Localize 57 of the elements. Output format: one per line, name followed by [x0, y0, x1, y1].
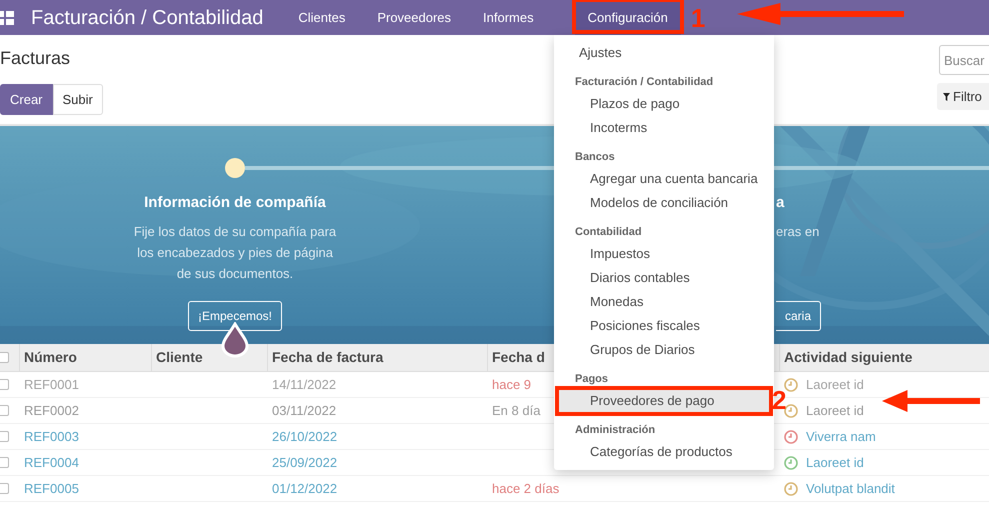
checkbox[interactable] [0, 483, 9, 494]
checkbox[interactable] [0, 352, 9, 363]
invoice-number: REF0003 [24, 428, 79, 446]
step-description: eras en [776, 222, 820, 240]
checkbox[interactable] [0, 405, 9, 416]
clock-icon[interactable] [784, 430, 798, 444]
filter-button[interactable]: Filtro [937, 83, 989, 110]
invoice-date: 01/12/2022 [272, 480, 338, 498]
invoice-number: REF0002 [24, 402, 79, 420]
invoice-number: REF0005 [24, 480, 79, 498]
step-description: Fije los datos de su compañía para los encabezados y pies de página de sus documentos. [134, 222, 336, 282]
menu-section-header: Facturación / Contabilidad [574, 74, 714, 90]
apps-icon[interactable] [0, 10, 14, 24]
step-title: a [776, 193, 784, 213]
checkbox[interactable] [0, 457, 9, 468]
invoice-date: 26/10/2022 [272, 428, 338, 446]
activity-text: Laoreet id [806, 376, 864, 394]
annotation-number: 1 [690, 2, 706, 34]
activity-text: Laoreet id [806, 454, 864, 472]
invoice-number: REF0004 [24, 454, 79, 472]
clock-icon[interactable] [784, 482, 798, 496]
search-field[interactable]: Buscar [939, 45, 989, 75]
due-date: hace 2 días [492, 480, 560, 498]
nav-item[interactable]: Clientes [285, 0, 358, 35]
due-date: En 8 día [492, 402, 540, 420]
step-marker-icon [221, 322, 249, 358]
invoice-date: 03/11/2022 [272, 402, 336, 420]
column-header[interactable]: Fecha de factura [268, 344, 488, 371]
invoice-date: 14/11/2022 [272, 376, 336, 394]
create-button[interactable]: Crear [0, 84, 53, 115]
nav-item[interactable]: Informes [470, 0, 547, 35]
column-header[interactable]: Actividad siguiente [780, 344, 989, 371]
clock-icon[interactable] [784, 378, 798, 392]
invoice-date: 25/09/2022 [272, 454, 338, 472]
checkbox[interactable] [0, 379, 9, 390]
activity-text: Laoreet id [806, 402, 864, 420]
column-header[interactable]: Cliente [152, 344, 268, 371]
clock-icon[interactable] [784, 404, 798, 418]
step-title: Información de compañía [144, 193, 326, 213]
page-title: Facturas [0, 47, 72, 70]
nav-item[interactable]: Proveedores [364, 0, 464, 35]
clock-icon[interactable] [784, 456, 798, 470]
due-date: hace 9 [492, 376, 532, 394]
annotation-number: 2 [772, 384, 786, 416]
app-title: Facturación / Contabilidad [31, 6, 264, 30]
invoice-number: REF0001 [24, 376, 79, 394]
activity-text: Volutpat blandit [806, 480, 895, 498]
column-header[interactable]: Número [20, 344, 152, 371]
upload-button[interactable]: Subir [52, 84, 103, 115]
menu-section-header: Contabilidad [574, 224, 643, 240]
activity-text: Viverra nam [806, 428, 876, 446]
filter-icon [943, 92, 950, 100]
menu-section-header: Bancos [574, 150, 616, 165]
menu-section-header: Administración [574, 422, 656, 438]
step-button[interactable]: caria [776, 300, 822, 330]
menu-section-header: Pagos [574, 372, 610, 387]
checkbox[interactable] [0, 431, 9, 442]
